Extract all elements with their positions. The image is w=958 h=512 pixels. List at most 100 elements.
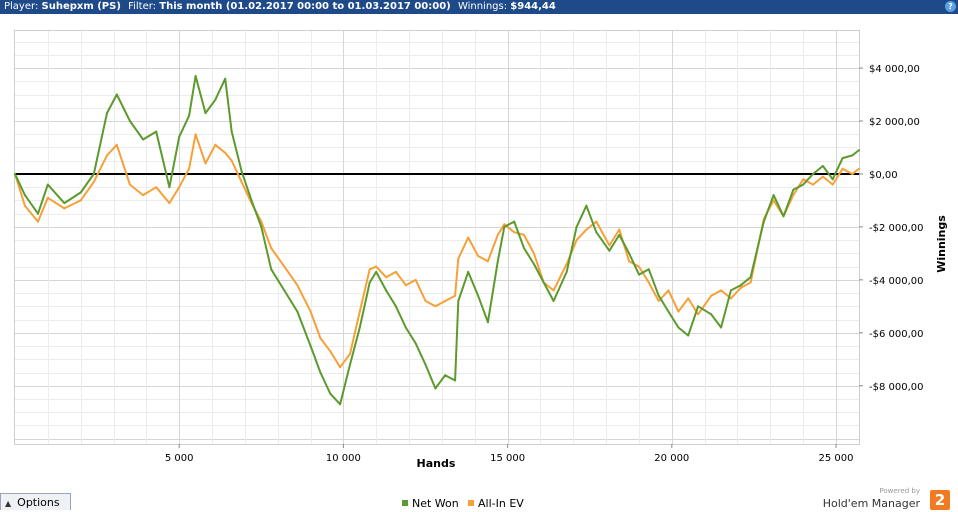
data-point [79,199,82,202]
data-point [552,289,555,292]
data-point [851,154,854,157]
data-point [358,310,361,313]
data-point [772,194,775,197]
data-point [23,204,26,207]
data-point [349,353,351,355]
data-point [368,268,371,271]
data-point [552,300,555,302]
data-point [565,270,568,273]
data-point [339,403,342,406]
data-point [444,300,447,302]
data-point [155,186,158,189]
legend-swatch-net-won [402,500,408,506]
data-point [329,350,332,353]
data-point [638,273,640,276]
data-point [575,239,578,242]
data-point [477,255,480,257]
data-point [79,191,82,194]
data-point [404,284,407,287]
data-point [349,363,351,366]
data-point [812,183,814,186]
powered-by: Powered by Hold'em Manager 2 [823,487,950,510]
data-point [585,204,588,207]
data-point [168,186,171,189]
x-axis-label: Hands [417,457,456,470]
data-point [230,130,233,133]
data-point [585,228,588,231]
data-point [486,260,489,263]
y-tick-label: $4 000,00 [869,64,920,75]
data-point [128,183,131,186]
data-point [414,278,417,281]
data-point [697,305,700,308]
x-tick-label: 20 000 [654,453,689,464]
data-point [46,196,49,199]
legend-swatch-all-in-ev [468,500,474,506]
data-point [283,265,286,268]
data-point [319,371,322,374]
data-point [739,284,742,287]
data-point [142,138,145,141]
data-point [858,149,860,152]
data-point [270,247,273,250]
data-point [214,143,217,146]
data-point [63,207,66,210]
legend-item-all-in-ev[interactable]: All-In EV [468,497,524,510]
data-point [542,281,545,284]
data-point [106,154,108,157]
data-point [424,363,427,366]
data-point [841,157,844,160]
data-point [368,281,371,284]
data-point [523,247,525,250]
data-point [608,249,611,252]
data-point [575,225,578,228]
data-point [513,220,516,223]
data-point [496,233,499,236]
data-point [687,297,690,300]
data-point [115,93,118,96]
data-point [821,165,824,167]
player-value: Suhepxm (PS) [41,1,121,12]
winnings-graph: 5 000 10 000 15 000 20 000 25 000 $4 000,00$… [14,30,948,470]
data-point [710,313,713,316]
data-point [477,294,480,297]
data-point [595,220,598,223]
data-point [168,202,171,205]
data-point [687,334,690,337]
data-point [792,188,795,191]
hm2-logo-icon: 2 [930,490,950,510]
data-point [628,252,631,255]
data-point [270,268,273,271]
help-icon[interactable]: ? [945,1,956,12]
data-point [608,244,611,247]
data-point [188,114,191,117]
legend-item-net-won[interactable]: Net Won [402,497,459,510]
data-point [92,180,95,183]
data-point [858,167,860,170]
winnings-label: Winnings: [457,1,508,12]
data-point [454,294,457,297]
data-point [329,392,332,395]
data-point [802,178,805,181]
data-point [309,345,312,347]
data-point [720,289,723,292]
data-point [739,286,742,289]
data-point [749,276,752,279]
data-point [802,183,805,186]
y-tick-label: -$6 000,00 [869,329,924,340]
data-point [404,326,407,329]
data-point [194,75,197,77]
data-point [831,178,834,181]
data-point [214,98,217,101]
data-point [523,233,525,236]
data-point [204,112,207,115]
data-point [319,337,322,340]
data-point [204,162,207,165]
data-point [46,183,49,186]
data-point [532,252,535,255]
data-point [657,294,660,297]
data-point [37,212,39,215]
data-point [851,173,854,175]
data-point [296,284,299,287]
legend: Net Won All-In EV [0,497,958,510]
